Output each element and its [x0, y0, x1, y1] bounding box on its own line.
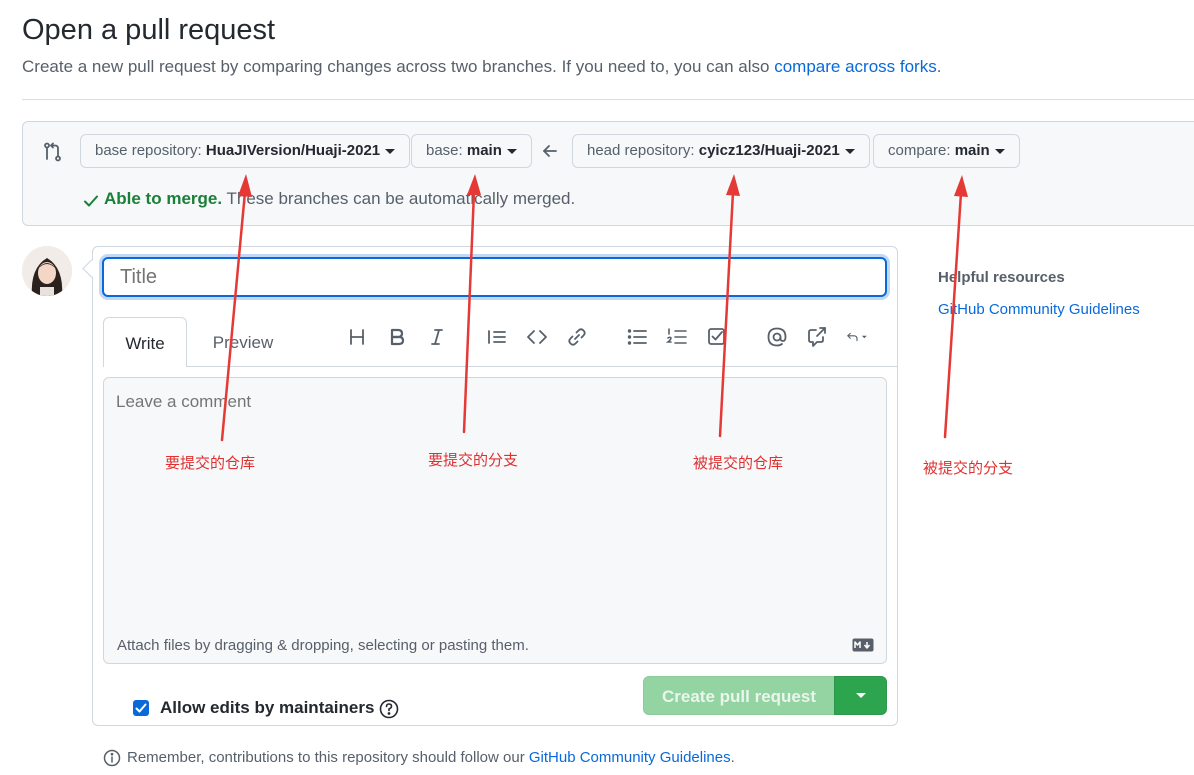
guidelines-link[interactable]: GitHub Community Guidelines	[529, 749, 731, 766]
code-icon[interactable]	[526, 326, 548, 348]
base-branch-label: base:	[426, 142, 467, 159]
subtitle-end: .	[936, 57, 942, 76]
bullet-list-icon[interactable]	[626, 326, 648, 348]
annotation-head-repo: 被提交的仓库	[693, 455, 784, 472]
question-icon[interactable]	[379, 699, 399, 719]
check-icon	[82, 192, 100, 210]
mention-icon[interactable]	[766, 326, 788, 348]
annotation-base-repo: 要提交的仓库	[165, 455, 256, 472]
base-branch-value: main	[466, 142, 502, 159]
quote-icon[interactable]	[486, 326, 508, 348]
caret-down-icon	[506, 148, 517, 154]
page-title: Open a pull request	[22, 14, 276, 46]
heading-icon[interactable]	[346, 326, 368, 348]
guidelines-reminder: Remember, contributions to this reposito…	[127, 749, 735, 766]
tab-write[interactable]: Write	[103, 317, 187, 367]
cross-reference-icon[interactable]	[806, 326, 828, 348]
remember-text: Remember, contributions to this reposito…	[127, 749, 529, 766]
italic-icon[interactable]	[426, 326, 448, 348]
base-repository-label: base repository:	[95, 142, 206, 159]
head-repository-select[interactable]: head repository: cyicz123/Huaji-2021	[572, 134, 870, 168]
git-compare-icon	[42, 141, 64, 163]
head-repository-value: cyicz123/Huaji-2021	[698, 142, 840, 159]
caret-down-icon	[856, 693, 866, 698]
allow-edits-checkbox[interactable]	[133, 700, 149, 716]
caret-down-icon	[385, 148, 396, 154]
allow-edits-label[interactable]: Allow edits by maintainers	[160, 698, 374, 718]
markdown-icon[interactable]	[852, 638, 874, 652]
compare-branch-label: compare:	[888, 142, 955, 159]
create-pull-request-button[interactable]: Create pull request	[643, 676, 835, 715]
bold-icon[interactable]	[386, 326, 408, 348]
base-repository-select[interactable]: base repository: HuaJIVersion/Huaji-2021	[80, 134, 411, 168]
base-repository-value: HuaJIVersion/Huaji-2021	[205, 142, 381, 159]
page-subtitle: Create a new pull request by comparing c…	[22, 57, 941, 77]
attach-files-text: Attach files by dragging & dropping, sel…	[117, 637, 529, 654]
helpful-resources-title: Helpful resources	[938, 269, 1065, 286]
annotation-base-branch: 要提交的分支	[428, 452, 519, 469]
arrow-left-icon	[540, 141, 560, 161]
avatar[interactable]	[22, 246, 72, 296]
merge-status: Able to merge. These branches can be aut…	[104, 189, 575, 209]
compare-branch-value: main	[954, 142, 990, 159]
compare-across-forks-link[interactable]: compare across forks	[774, 57, 937, 76]
merge-status-text: These branches can be automatically merg…	[222, 189, 576, 208]
caret-down-icon	[844, 148, 855, 154]
info-icon	[103, 749, 121, 767]
head-repository-label: head repository:	[587, 142, 699, 159]
caret-down-icon	[994, 148, 1005, 154]
task-list-icon[interactable]	[706, 326, 728, 348]
tab-preview[interactable]: Preview	[195, 317, 291, 367]
numbered-list-icon[interactable]	[665, 326, 688, 348]
community-guidelines-link[interactable]: GitHub Community Guidelines	[938, 301, 1140, 318]
reply-icon[interactable]	[846, 326, 882, 348]
tab-divider	[187, 366, 897, 367]
remember-end: .	[730, 749, 735, 766]
link-icon[interactable]	[566, 326, 588, 348]
create-pr-options-dropdown[interactable]	[834, 676, 887, 715]
compare-branch-select[interactable]: compare: main	[873, 134, 1020, 168]
divider	[22, 99, 1194, 100]
title-input[interactable]	[102, 257, 887, 297]
subtitle-text: Create a new pull request by comparing c…	[22, 57, 775, 76]
base-branch-select[interactable]: base: main	[411, 134, 532, 168]
annotation-compare-branch: 被提交的分支	[923, 460, 1014, 477]
merge-status-ok: Able to merge.	[104, 189, 223, 208]
comment-textarea[interactable]	[103, 377, 887, 627]
